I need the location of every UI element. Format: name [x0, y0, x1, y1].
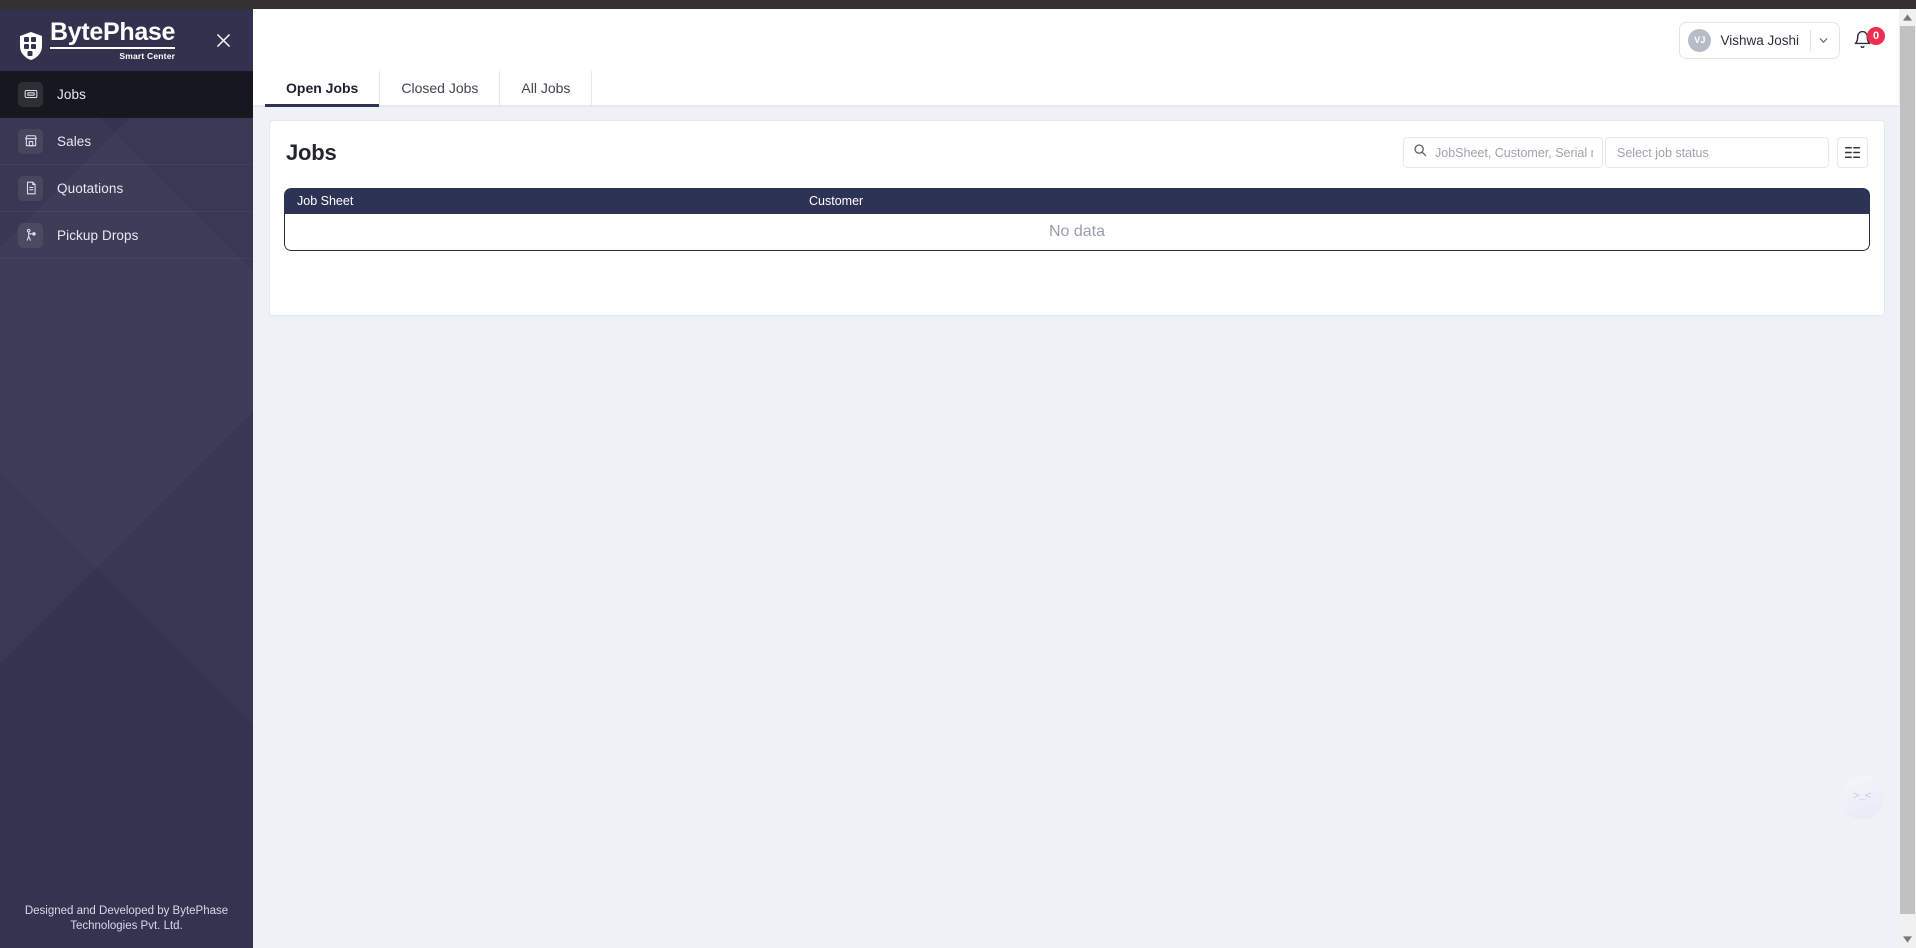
store-icon [18, 128, 43, 154]
browser-chrome-strip [0, 0, 1916, 9]
table-body: No data [284, 214, 1870, 251]
scroll-up-icon[interactable] [1899, 9, 1916, 26]
search-icon [1413, 143, 1427, 162]
sidebar-item-jobs[interactable]: Jobs [0, 71, 253, 118]
sidebar-nav: Jobs Sales Quotations Pickup Drops [0, 71, 253, 259]
brand-name: BytePhase [50, 19, 175, 49]
table-header-row: Job Sheet Customer [284, 188, 1870, 214]
brand-logo[interactable]: BytePhase Smart Center [18, 19, 209, 61]
sidebar-item-label: Jobs [57, 86, 86, 102]
topbar: VJ Vishwa Joshi 0 [253, 9, 1901, 71]
document-icon [18, 175, 43, 201]
job-status-select[interactable]: Select job status [1605, 137, 1829, 168]
jobs-toolbar: Select job status [1403, 137, 1868, 168]
brand-tagline: Smart Center [119, 50, 176, 61]
main-content: Open Jobs Closed Jobs All Jobs Jobs Sele… [253, 71, 1901, 948]
ticket-icon [18, 81, 43, 107]
sidebar-footer-credit: Designed and Developed by BytePhase Tech… [24, 904, 229, 932]
pickup-drop-icon [18, 222, 43, 248]
close-icon[interactable] [209, 26, 237, 54]
column-header-customer[interactable]: Customer [796, 194, 1096, 208]
sidebar-item-pickup-drops[interactable]: Pickup Drops [0, 212, 253, 259]
chevron-down-icon[interactable] [1811, 23, 1835, 58]
jobs-table: Job Sheet Customer No data [284, 188, 1870, 251]
user-menu-button[interactable]: VJ Vishwa Joshi [1679, 21, 1840, 59]
sidebar-item-label: Sales [57, 133, 92, 149]
jobs-card: Jobs Select job status [269, 120, 1885, 316]
page-scrollbar[interactable] [1899, 9, 1916, 948]
search-input[interactable] [1435, 145, 1593, 160]
search-box[interactable] [1403, 137, 1603, 168]
sidebar-item-label: Pickup Drops [57, 227, 139, 243]
shield-blocks-icon [18, 31, 44, 61]
page-title: Jobs [286, 139, 337, 165]
card-header: Jobs Select job status [284, 137, 1870, 168]
notifications-button[interactable]: 0 [1853, 25, 1885, 55]
tab-all-jobs[interactable]: All Jobs [500, 71, 593, 105]
list-view-icon[interactable] [1837, 137, 1868, 168]
sidebar-item-quotations[interactable]: Quotations [0, 165, 253, 212]
notification-count-badge: 0 [1867, 27, 1885, 45]
scrollbar-thumb[interactable] [1900, 26, 1915, 914]
jobs-tabs: Open Jobs Closed Jobs All Jobs [253, 71, 1901, 107]
sidebar-header: BytePhase Smart Center [0, 9, 253, 71]
sidebar-item-label: Quotations [57, 180, 124, 196]
tab-open-jobs[interactable]: Open Jobs [265, 71, 381, 107]
avatar: VJ [1688, 28, 1712, 52]
sidebar-item-sales[interactable]: Sales [0, 118, 253, 165]
scroll-down-icon[interactable] [1899, 931, 1916, 948]
column-header-job-sheet[interactable]: Job Sheet [284, 194, 796, 208]
chat-bubble-icon[interactable]: >_< [1840, 775, 1884, 819]
sidebar: BytePhase Smart Center Jobs Sales Quotat… [0, 9, 253, 948]
tab-closed-jobs[interactable]: Closed Jobs [380, 71, 501, 105]
user-name: Vishwa Joshi [1720, 32, 1799, 48]
empty-state-text: No data [1048, 223, 1106, 240]
